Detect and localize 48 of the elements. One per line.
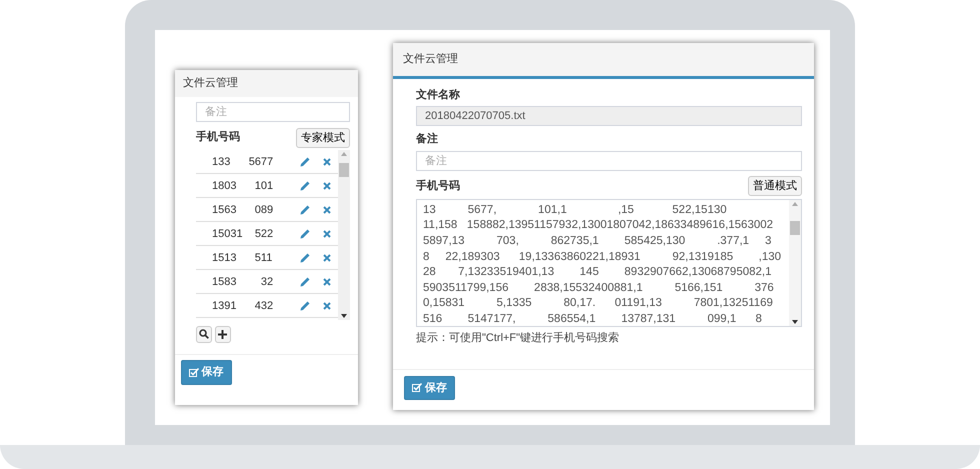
delete-icon[interactable] — [322, 182, 331, 190]
delete-icon[interactable] — [322, 158, 331, 166]
pencil-icon[interactable] — [300, 180, 310, 191]
checkbox-icon — [412, 383, 422, 392]
scrollbar-thumb[interactable] — [339, 163, 349, 178]
phone-label: 手机号码 — [416, 178, 460, 194]
scroll-down-icon[interactable] — [341, 314, 347, 318]
pencil-icon[interactable] — [300, 276, 310, 287]
delete-icon[interactable] — [322, 278, 331, 286]
add-button[interactable] — [214, 326, 231, 343]
delete-icon[interactable] — [322, 206, 331, 214]
phone-number: 1391 432 — [212, 298, 274, 314]
phone-label: 手机号码 — [196, 130, 240, 146]
search-icon — [199, 329, 209, 340]
checkbox-icon — [188, 368, 198, 377]
pencil-icon[interactable] — [300, 252, 310, 263]
phone-number: 1513 511 — [212, 250, 274, 266]
pencil-icon[interactable] — [300, 300, 310, 311]
file-name-input[interactable]: 20180422070705.txt — [416, 106, 802, 126]
phone-number: 1563 089 — [212, 202, 274, 218]
phone-number: 1583 32 — [212, 274, 274, 290]
phone-number: 1803 101 — [212, 178, 274, 194]
remark-input[interactable]: 备注 — [196, 102, 350, 122]
delete-icon[interactable] — [322, 302, 331, 310]
remark-label: 备注 — [416, 132, 439, 148]
expert-mode-button[interactable]: 专家模式 — [296, 128, 350, 148]
scroll-up-icon[interactable] — [792, 202, 798, 206]
dialog-title: 文件云管理 — [175, 70, 358, 96]
scroll-up-icon[interactable] — [341, 152, 347, 156]
pencil-icon[interactable] — [300, 204, 310, 215]
scroll-down-icon[interactable] — [792, 320, 798, 324]
delete-icon[interactable] — [322, 254, 331, 262]
dialog-title: 文件云管理 — [393, 43, 814, 78]
search-button[interactable] — [196, 326, 212, 343]
file-name-label: 文件名称 — [416, 88, 461, 102]
plus-icon — [218, 330, 228, 339]
delete-icon[interactable] — [322, 230, 331, 238]
save-button[interactable]: 保存 — [180, 360, 232, 385]
scrollbar-thumb[interactable] — [790, 220, 800, 235]
phone-numbers-textarea[interactable]: 13 5677, 101,1 ,15 522,15130 11,158 158882,13951157932,13001807042,18633489616,1563002 5897,13 703, 862735,1 585425,130 .377,1 3 8 22,189303 19,13363860221,18931 92,1319185 ,130 28 7,13233519401,13 145 8932907662,13068795082,1 5903511799,156 2838,15532400881,1 5166,151 376 0,15831 5,1335 80,17. 01191,13 7801,13251169 516 5147177, 586554,1 13787,131 099,1 8 — [416, 198, 802, 327]
remark-input[interactable]: 备注 — [416, 150, 802, 170]
pencil-icon[interactable] — [300, 228, 310, 239]
normal-mode-button[interactable]: 普通模式 — [748, 176, 802, 196]
pencil-icon[interactable] — [300, 156, 310, 167]
save-button[interactable]: 保存 — [404, 376, 455, 400]
hint-text: 提示：可使用"Ctrl+F"键进行手机号码搜索 — [416, 330, 620, 346]
phone-number: 133 5677 — [212, 154, 274, 170]
phone-number: 15031 522 — [212, 226, 274, 242]
